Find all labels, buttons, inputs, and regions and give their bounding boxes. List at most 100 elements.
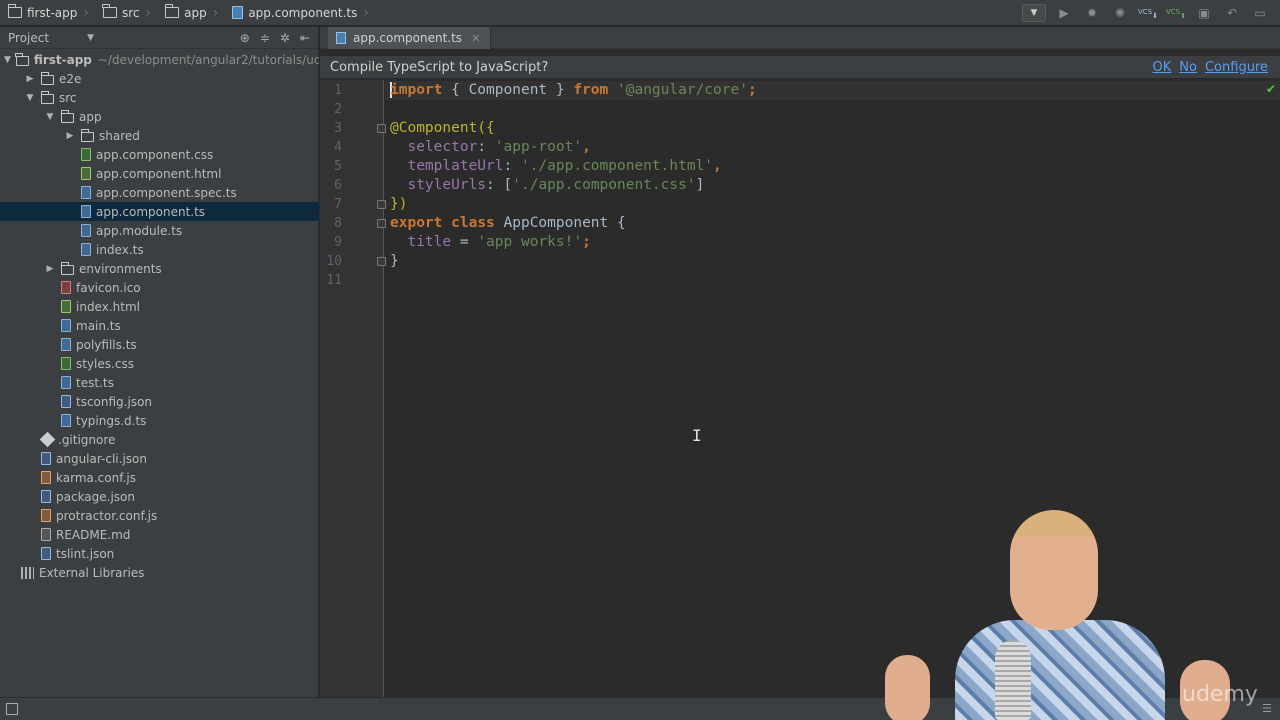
vcs-commit-icon[interactable]: VCS ⬆ bbox=[1166, 4, 1186, 22]
tree-item-readme-md[interactable]: README.md bbox=[0, 525, 319, 544]
close-icon[interactable]: ✕ bbox=[471, 32, 480, 45]
line-number: 3 bbox=[334, 121, 342, 136]
line-number: 6 bbox=[334, 178, 342, 193]
chevron-right-icon[interactable]: ▶ bbox=[24, 74, 36, 84]
vcs-update-icon[interactable]: VCS ⬇ bbox=[1138, 4, 1158, 22]
tree-item-label: polyfills.ts bbox=[76, 337, 137, 352]
tree-item-index-ts[interactable]: index.ts bbox=[0, 240, 319, 259]
tree-item-test-ts[interactable]: test.ts bbox=[0, 373, 319, 392]
line-number: 4 bbox=[334, 140, 342, 155]
run-icon[interactable]: ▶ bbox=[1054, 4, 1074, 22]
fold-marker-icon[interactable] bbox=[377, 219, 386, 228]
folder-icon bbox=[60, 261, 74, 275]
tree-item-label: tslint.json bbox=[56, 546, 115, 561]
code-line-1[interactable]: import { Component } from '@angular/core… bbox=[390, 81, 757, 100]
fold-marker-icon[interactable] bbox=[377, 124, 386, 133]
tree-item-angular-cli-json[interactable]: angular-cli.json bbox=[0, 449, 319, 468]
tree-item-protractor-conf-js[interactable]: protractor.conf.js bbox=[0, 506, 319, 525]
tree-item-app[interactable]: ▼ app bbox=[0, 107, 319, 126]
chevron-right-icon[interactable]: ▶ bbox=[64, 131, 76, 141]
code-line-9[interactable]: title = 'app works!'; bbox=[390, 233, 590, 252]
tree-item-main-ts[interactable]: main.ts bbox=[0, 316, 319, 335]
ts-file-icon bbox=[336, 32, 346, 44]
json-file-icon bbox=[61, 395, 71, 408]
tool-windows-icon[interactable] bbox=[6, 703, 18, 715]
tree-item-styles-css[interactable]: styles.css bbox=[0, 354, 319, 373]
tree-item-shared[interactable]: ▶ shared bbox=[0, 126, 319, 145]
vcs-compare-icon[interactable]: ▣ bbox=[1194, 4, 1214, 22]
string-literal: './app.component.css' bbox=[512, 177, 696, 193]
code-line-7[interactable]: }) bbox=[390, 195, 407, 214]
banner-no-link[interactable]: No bbox=[1179, 60, 1197, 75]
tree-item-label: index.html bbox=[76, 299, 140, 314]
tree-item-favicon-ico[interactable]: favicon.ico bbox=[0, 278, 319, 297]
code-line-10[interactable]: } bbox=[390, 252, 399, 271]
chevron-right-icon[interactable]: ▶ bbox=[44, 264, 56, 274]
markdown-file-icon bbox=[41, 528, 51, 541]
class-name: AppComponent { bbox=[494, 215, 626, 231]
banner-ok-link[interactable]: OK bbox=[1153, 60, 1172, 75]
tree-item-tslint-json[interactable]: tslint.json bbox=[0, 544, 319, 563]
breadcrumb-item-project[interactable]: first-app › bbox=[0, 0, 95, 26]
line-number: 9 bbox=[334, 235, 342, 250]
presenter-shirt bbox=[955, 620, 1165, 720]
tree-item-tsconfig-json[interactable]: tsconfig.json bbox=[0, 392, 319, 411]
tree-item-app-component-html[interactable]: app.component.html bbox=[0, 164, 319, 183]
folder-icon bbox=[60, 109, 74, 123]
tree-item-label: first-app bbox=[33, 52, 92, 67]
line-number-gutter[interactable]: 1 2 3 4 5 6 7 8 9 10 11 bbox=[320, 80, 386, 697]
settings-icon[interactable]: ▭ bbox=[1250, 4, 1270, 22]
revert-icon[interactable]: ↶ bbox=[1222, 4, 1242, 22]
tree-item-typings-d-ts[interactable]: typings.d.ts bbox=[0, 411, 319, 430]
tree-item-gitignore[interactable]: .gitignore bbox=[0, 430, 319, 449]
ts-file-icon bbox=[81, 224, 91, 237]
code-line-6[interactable]: styleUrls: ['./app.component.css'] bbox=[390, 176, 704, 195]
banner-configure-link[interactable]: Configure bbox=[1205, 60, 1268, 75]
line-number: 5 bbox=[334, 159, 342, 174]
collapse-all-icon[interactable]: ≑ bbox=[260, 31, 270, 45]
project-view-title[interactable]: Project bbox=[8, 31, 49, 45]
tree-item-external-libraries[interactable]: External Libraries bbox=[0, 563, 319, 582]
tree-item-label: package.json bbox=[56, 489, 136, 504]
fold-marker-icon[interactable] bbox=[377, 257, 386, 266]
tree-item-environments[interactable]: ▶ environments bbox=[0, 259, 319, 278]
code-line-8[interactable]: export class AppComponent { bbox=[390, 214, 626, 233]
code-line-5[interactable]: templateUrl: './app.component.html', bbox=[390, 157, 721, 176]
vcs-label: VCS bbox=[1166, 8, 1181, 16]
project-tree: ▼ first-app ~/development/angular2/tutoria… bbox=[0, 50, 319, 582]
hide-panel-icon[interactable]: ⇤ bbox=[300, 31, 310, 45]
breadcrumb-item-src[interactable]: src › bbox=[95, 0, 157, 26]
tree-item-polyfills-ts[interactable]: polyfills.ts bbox=[0, 335, 319, 354]
tree-item-app-component-css[interactable]: app.component.css bbox=[0, 145, 319, 164]
gitignore-file-icon bbox=[39, 431, 56, 448]
tree-item-karma-conf-js[interactable]: karma.conf.js bbox=[0, 468, 319, 487]
tree-item-first-app[interactable]: ▼ first-app ~/development/angular2/tutoria… bbox=[0, 50, 319, 69]
editor-tab-app-component-ts[interactable]: app.component.ts ✕ bbox=[328, 27, 492, 49]
line-number: 2 bbox=[334, 102, 342, 117]
chevron-down-icon[interactable]: ▼ bbox=[4, 55, 11, 65]
tree-item-app-component-ts[interactable]: app.component.ts bbox=[0, 202, 319, 221]
ts-file-icon bbox=[81, 186, 91, 199]
run-configuration-dropdown[interactable]: ▼ bbox=[1022, 3, 1046, 22]
fold-marker-icon[interactable] bbox=[377, 200, 386, 209]
target-icon[interactable]: ⊕ bbox=[240, 31, 250, 45]
chevron-down-icon[interactable]: ▼ bbox=[87, 33, 94, 43]
breadcrumb-item-app[interactable]: app › bbox=[157, 0, 224, 26]
breadcrumb-item-file[interactable]: app.component.ts › bbox=[224, 0, 375, 26]
debug-icon[interactable]: ✹ bbox=[1082, 4, 1102, 22]
tree-item-app-module-ts[interactable]: app.module.ts bbox=[0, 221, 319, 240]
code-line-3[interactable]: @Component({ bbox=[390, 119, 495, 138]
ide-window: first-app › src › app › app.component.ts… bbox=[0, 0, 1280, 720]
tree-item-index-html[interactable]: index.html bbox=[0, 297, 319, 316]
toolbar-actions: ▼ ▶ ✹ ✺ VCS ⬇ VCS ⬆ ▣ ↶ ▭ bbox=[1022, 3, 1280, 22]
tree-item-package-json[interactable]: package.json bbox=[0, 487, 319, 506]
chevron-down-icon[interactable]: ▼ bbox=[44, 112, 56, 122]
tree-item-app-component-spec-ts[interactable]: app.component.spec.ts bbox=[0, 183, 319, 202]
tree-item-label: e2e bbox=[59, 71, 82, 86]
chevron-down-icon[interactable]: ▼ bbox=[24, 93, 36, 103]
gear-icon[interactable]: ✲ bbox=[280, 31, 290, 45]
coverage-icon[interactable]: ✺ bbox=[1110, 4, 1130, 22]
code-line-4[interactable]: selector: 'app-root', bbox=[390, 138, 590, 157]
tree-item-e2e[interactable]: ▶ e2e bbox=[0, 69, 319, 88]
tree-item-src[interactable]: ▼ src bbox=[0, 88, 319, 107]
